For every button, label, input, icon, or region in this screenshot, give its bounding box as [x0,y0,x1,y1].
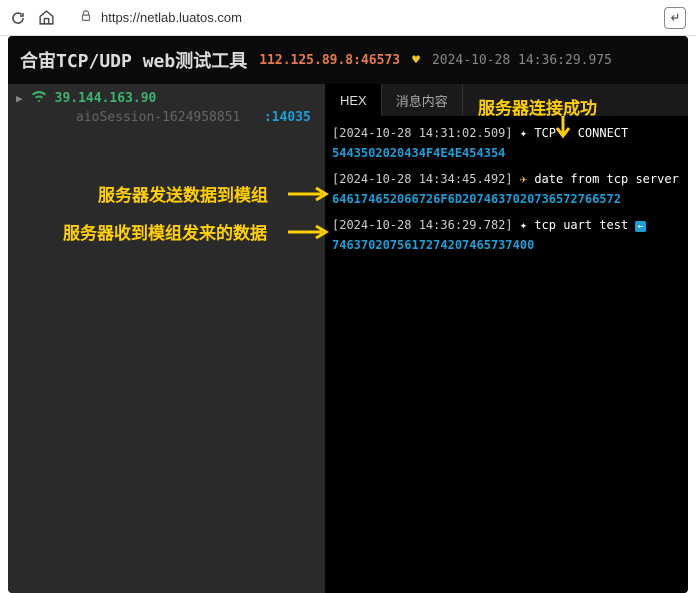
app-header: 合宙TCP/UDP web测试工具 112.125.89.8:46573 ♥ 2… [8,36,688,84]
home-icon[interactable] [38,9,55,26]
log-timestamp: [2024-10-28 14:36:29.782] [332,218,513,232]
app-body: ▶ 39.144.163.90 aioSession-1624958851 :1… [8,84,688,593]
app-title: 合宙TCP/UDP web测试工具 [20,47,247,73]
app-container: 合宙TCP/UDP web测试工具 112.125.89.8:46573 ♥ 2… [8,36,688,593]
log-line: [2024-10-28 14:31:02.509] ✦ TCP CONNECT [332,124,682,142]
lock-icon [79,9,93,27]
caret-right-icon: ▶ [16,92,23,105]
connections-panel: ▶ 39.144.163.90 aioSession-1624958851 :1… [8,84,326,593]
log-msg: CONNECT [578,126,629,140]
spark-icon: ✦ [520,126,534,140]
url-text: https://netlab.luatos.com [101,10,242,25]
connection-ip: 39.144.163.90 [55,91,157,106]
log-timestamp: [2024-10-28 14:34:45.492] [332,172,513,186]
tab-hex[interactable]: HEX [326,84,382,116]
log-msg: date from tcp server [534,172,679,186]
session-port: :14035 [264,110,311,125]
log-timestamp: [2024-10-28 14:31:02.509] [332,126,513,140]
tab-bar: HEX 消息内容 [326,84,688,116]
session-line: aioSession-1624958851 :14035 [16,110,317,125]
connection-row[interactable]: ▶ 39.144.163.90 [16,90,317,106]
send-icon: ✈ [520,172,534,186]
log-line: [2024-10-28 14:34:45.492] ✈ date from tc… [332,170,682,188]
spark-icon: ✦ [520,218,534,232]
log-msg: tcp uart test [534,218,628,232]
refresh-icon[interactable] [10,10,26,26]
log-hex: 646174652066726F6D2074637020736572766572 [332,190,682,208]
log-tag: TCP [534,126,556,140]
log-hex: 5443502020434F4E4E454354 [332,144,682,162]
log-line: [2024-10-28 14:36:29.782] ✦ tcp uart tes… [332,216,682,234]
address-bar[interactable]: https://netlab.luatos.com [67,5,652,31]
return-icon: ← [635,221,645,232]
log-panel: HEX 消息内容 [2024-10-28 14:31:02.509] ✦ TCP… [326,84,688,593]
header-timestamp: 2024-10-28 14:36:29.975 [432,53,612,68]
enter-icon[interactable] [664,7,686,29]
server-address: 112.125.89.8:46573 [259,53,400,68]
session-label: aioSession-1624958851 [76,110,240,125]
wifi-icon [31,90,47,106]
log-hex: 7463702075617274207465737400 [332,236,682,254]
browser-toolbar: https://netlab.luatos.com [0,0,696,36]
tab-content[interactable]: 消息内容 [382,84,463,116]
log-area: [2024-10-28 14:31:02.509] ✦ TCP CONNECT … [326,116,688,593]
heart-icon: ♥ [412,53,420,68]
